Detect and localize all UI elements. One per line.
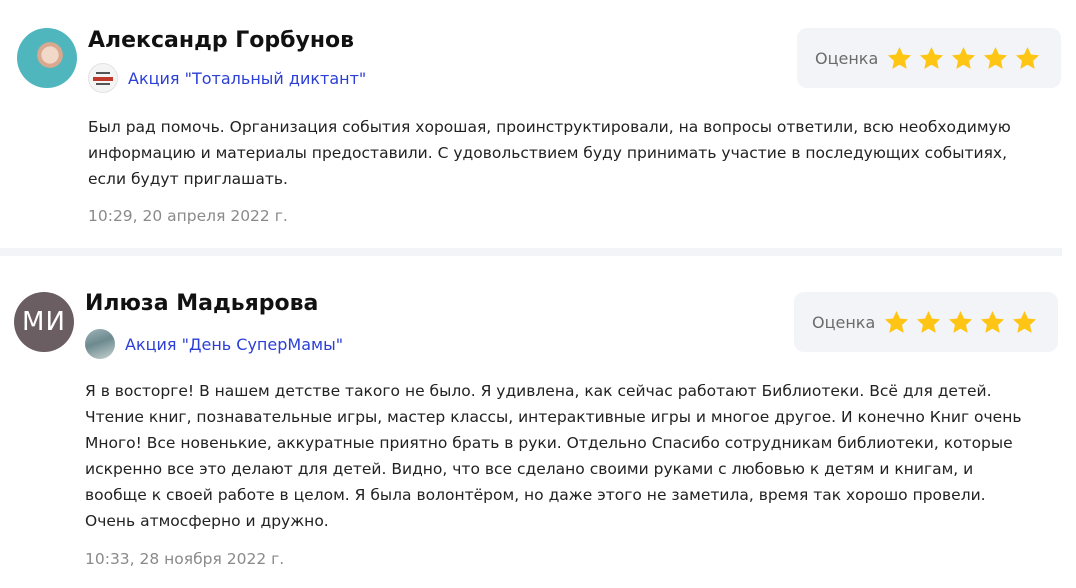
author-name[interactable]: Александр Горбунов [88, 28, 354, 53]
author-name[interactable]: Илюза Мадьярова [85, 291, 318, 316]
review-card: МИ Илюза Мадьярова Акция "День СуперМамы… [0, 256, 1076, 588]
event-thumbnail[interactable] [88, 63, 118, 93]
star-icon [883, 309, 910, 336]
star-icon [947, 309, 974, 336]
review-date: 10:33, 28 ноября 2022 г. [85, 550, 285, 568]
review-text: Я в восторге! В нашем детстве такого не … [85, 382, 1022, 530]
event-link[interactable]: Акция "Тотальный диктант" [128, 69, 366, 88]
star-icon [1011, 309, 1038, 336]
event-link[interactable]: Акция "День СуперМамы" [125, 335, 343, 354]
rating-label: Оценка [815, 48, 879, 68]
star-icon [979, 309, 1006, 336]
rating-stars [883, 309, 1038, 336]
review-text: Был рад помочь. Организация события хоро… [88, 118, 1011, 188]
event-thumbnail[interactable] [85, 329, 115, 359]
rating-label: Оценка [812, 312, 876, 332]
review-divider [0, 248, 1062, 256]
star-icon [950, 45, 977, 72]
rating-box: Оценка [794, 292, 1058, 352]
star-icon [982, 45, 1009, 72]
author-avatar[interactable]: МИ [14, 292, 74, 352]
rating-stars [886, 45, 1041, 72]
review-date: 10:29, 20 апреля 2022 г. [88, 207, 288, 225]
rating-box: Оценка [797, 28, 1061, 88]
author-avatar[interactable] [17, 28, 77, 88]
review-card: Александр Горбунов Акция "Тотальный дикт… [0, 0, 1076, 248]
star-icon [886, 45, 913, 72]
star-icon [1014, 45, 1041, 72]
event-reference[interactable]: Акция "Тотальный диктант" [88, 63, 366, 93]
event-reference[interactable]: Акция "День СуперМамы" [85, 329, 343, 359]
star-icon [915, 309, 942, 336]
star-icon [918, 45, 945, 72]
